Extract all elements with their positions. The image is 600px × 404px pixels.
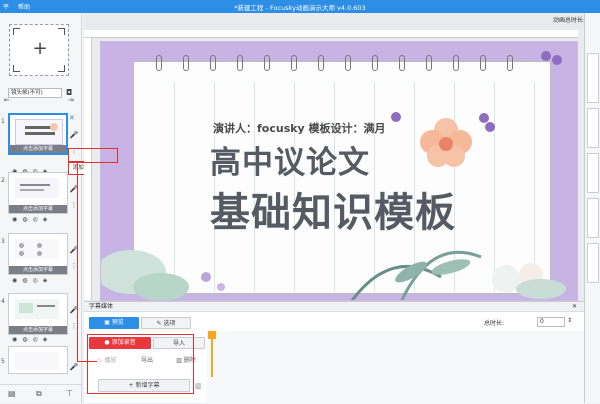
add-subtitle-bar[interactable]: 点击添加字幕 bbox=[9, 205, 67, 213]
binder-ring-icon bbox=[399, 55, 405, 71]
record-highlight-box bbox=[87, 334, 194, 394]
collapse-icon[interactable]: ⇤ bbox=[4, 96, 10, 104]
slide-title-line1[interactable]: 高中议论文 bbox=[210, 137, 370, 182]
binder-ring-icon bbox=[453, 55, 459, 71]
slide-number: 2 bbox=[1, 177, 5, 184]
binder-ring-icon bbox=[291, 55, 297, 71]
window-title: *新建工程 - Focusky动画演示大师 v4.0.603 bbox=[234, 4, 366, 12]
preview-button[interactable]: ▣ 预览 bbox=[89, 317, 139, 329]
total-duration-label: 总时长: bbox=[484, 320, 505, 327]
binder-ring-icon bbox=[372, 55, 378, 71]
thumbnail-preview bbox=[15, 299, 59, 319]
marker-dot bbox=[552, 55, 562, 65]
list-bottom-toolbar: ▤ ⧉ ⊤ bbox=[0, 384, 82, 404]
mic-icon[interactable]: 🎤 bbox=[69, 363, 79, 371]
right-thumb[interactable] bbox=[587, 53, 599, 103]
slide-actions: ◉ ◍ ◎ ◈ bbox=[12, 216, 72, 224]
title-bar: 平 帮助 *新建工程 - Focusky动画演示大师 v4.0.603 bbox=[0, 0, 600, 13]
close-icon[interactable]: ✕ bbox=[572, 302, 577, 312]
close-icon[interactable]: ✕ bbox=[69, 114, 75, 122]
slide-speaker-text[interactable]: 演讲人：focusky 模板设计：满月 bbox=[213, 120, 386, 136]
right-thumb[interactable] bbox=[587, 243, 599, 283]
add-subtitle-bar[interactable]: 点击添加字幕 bbox=[9, 326, 67, 334]
flower-icon bbox=[420, 118, 472, 167]
slide-side-tools: 🎤 bbox=[69, 363, 79, 371]
link-icon[interactable]: ◎ bbox=[33, 277, 38, 284]
binder-ring-icon bbox=[318, 55, 324, 71]
add-frame-button[interactable]: + bbox=[9, 24, 69, 76]
subtitle-timeline[interactable] bbox=[207, 331, 584, 404]
binder-ring-icon bbox=[426, 55, 432, 71]
plus-icon: + bbox=[32, 38, 48, 59]
slide-actions: ◉ ◍ ◎ ◈ bbox=[12, 277, 72, 285]
binder-ring-icon bbox=[237, 55, 243, 71]
binder-ring-icon bbox=[183, 55, 189, 71]
add-subtitle-bar[interactable]: 点击添加字幕 bbox=[9, 266, 67, 274]
slide-thumbnail-3[interactable]: 点击添加字幕 bbox=[8, 233, 68, 275]
edit-icon[interactable]: ◈ bbox=[43, 336, 48, 343]
preview-icon: ▣ bbox=[104, 319, 112, 326]
playhead-handle[interactable] bbox=[208, 331, 216, 339]
binder-ring-icon bbox=[264, 55, 270, 71]
panel-title: 字幕媒体 bbox=[89, 303, 114, 310]
slide-number: 4 bbox=[1, 298, 5, 305]
list-toolbar: ⇤ ⇥ bbox=[4, 96, 78, 105]
mic-icon[interactable]: 🎤 bbox=[69, 131, 79, 139]
edit-icon[interactable]: ◈ bbox=[43, 277, 48, 284]
slide-number: 1 bbox=[1, 118, 5, 125]
panel-header: 字幕媒体 ✕ bbox=[84, 302, 584, 312]
binder-ring-icon bbox=[507, 55, 513, 71]
right-thumb[interactable] bbox=[587, 198, 599, 238]
options-button[interactable]: ✎ 选项 bbox=[141, 317, 191, 329]
edit-icon[interactable]: ◈ bbox=[43, 216, 48, 223]
eye-icon[interactable]: ◉ bbox=[12, 277, 17, 284]
eye-icon[interactable]: ◉ bbox=[12, 336, 17, 343]
vertical-ruler bbox=[84, 38, 92, 300]
thumbnail-preview bbox=[15, 239, 59, 259]
thumbnail-preview bbox=[15, 119, 63, 145]
slide-thumbnail-4[interactable]: 点击添加字幕 bbox=[8, 293, 68, 335]
stepper-icon[interactable]: ⇕ bbox=[567, 317, 572, 324]
trash-icon[interactable]: ▥ bbox=[195, 382, 202, 390]
marker-dot bbox=[485, 122, 495, 132]
duplicate-icon[interactable]: ⧉ bbox=[36, 389, 42, 399]
right-thumb[interactable] bbox=[587, 108, 599, 148]
link-icon[interactable]: ◎ bbox=[33, 336, 38, 343]
new-slide-icon[interactable]: ▤ bbox=[8, 389, 16, 398]
frame-corner-icon bbox=[13, 65, 20, 72]
lock-icon[interactable]: ◍ bbox=[22, 336, 27, 343]
frame-corner-icon bbox=[58, 28, 65, 35]
right-thumb[interactable] bbox=[587, 153, 599, 193]
total-duration-input[interactable]: 0 bbox=[537, 317, 565, 327]
marker-dot bbox=[541, 51, 551, 61]
marker-dot bbox=[391, 112, 401, 122]
binder-ring-icon bbox=[480, 55, 486, 71]
thumbnail-preview bbox=[15, 178, 59, 198]
slide-title-line2[interactable]: 基础知识模板 bbox=[210, 180, 456, 238]
frame-corner-icon bbox=[58, 65, 65, 72]
slide-thumbnail-2[interactable]: 点击添加字幕 bbox=[8, 172, 68, 214]
slide-number: 5 bbox=[1, 358, 5, 365]
frame-corner-icon bbox=[13, 28, 20, 35]
slide-actions: ◉ ◍ ◎ ◈ bbox=[12, 336, 72, 344]
slide-thumbnail-1[interactable]: 点击添加字幕 bbox=[8, 113, 68, 155]
add-subtitle-bar[interactable]: 点击添加字幕 bbox=[10, 145, 66, 153]
expand-icon[interactable]: ⇥ bbox=[68, 96, 74, 104]
annotation-line bbox=[77, 163, 78, 361]
binder-ring-icon bbox=[210, 55, 216, 71]
slide-list-panel: + 镜头帧(不可) ◘ ⇤ ⇥ 1 点击添加字幕 ◉◍◎◈ 🎤⋮ ✕ 2 点击添… bbox=[0, 13, 116, 404]
binder-ring-icon bbox=[345, 55, 351, 71]
slide-thumbnail-5[interactable] bbox=[8, 346, 68, 374]
binder-ring-icon bbox=[156, 55, 162, 71]
lock-icon[interactable]: ◍ bbox=[22, 277, 27, 284]
link-icon[interactable]: ◎ bbox=[33, 216, 38, 223]
eye-icon[interactable]: ◉ bbox=[12, 216, 17, 223]
sort-icon[interactable]: ⊤ bbox=[66, 389, 73, 398]
slide-number: 3 bbox=[1, 238, 5, 245]
thumbnail-preview bbox=[15, 352, 59, 370]
right-panel bbox=[584, 13, 600, 403]
lock-icon[interactable]: ◍ bbox=[22, 216, 27, 223]
tooltip-highlight bbox=[68, 148, 118, 163]
horizontal-ruler bbox=[84, 30, 578, 38]
